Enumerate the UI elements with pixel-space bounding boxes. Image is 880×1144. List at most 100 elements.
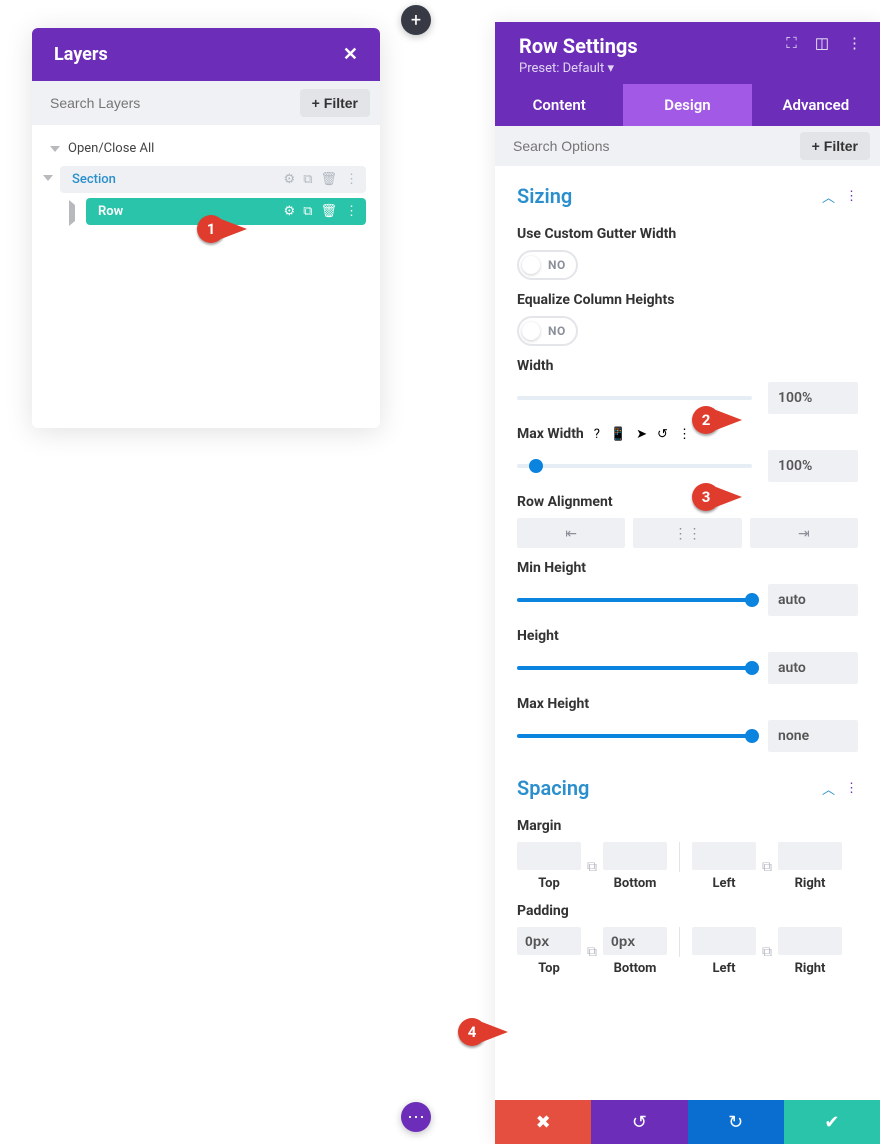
link-icon[interactable]: ⧉ [585,859,599,875]
padding-right-input[interactable] [778,927,842,955]
side-top: Top [538,876,560,891]
align-center-button[interactable]: ⋮⋮ [633,518,741,548]
preset-selector[interactable]: Preset: Default ▾ [519,61,638,76]
margin-left-input[interactable] [692,842,756,870]
add-button[interactable]: + [401,5,431,35]
setting-height: Height auto [495,618,880,686]
min-height-value[interactable]: auto [768,584,858,616]
options-filter-button[interactable]: + Filter [800,132,870,160]
height-value[interactable]: auto [768,652,858,684]
label-max-height: Max Height [517,696,858,712]
options-searchbar: + Filter [495,126,880,166]
max-height-value[interactable]: none [768,720,858,752]
undo-button[interactable]: ↺ [591,1100,687,1144]
width-slider[interactable] [517,396,752,400]
side-bottom: Bottom [614,876,657,891]
padding-left-input[interactable] [692,927,756,955]
tab-design[interactable]: Design [623,84,751,126]
toggle-knob [522,322,540,340]
undo-icon[interactable]: ↺ [657,427,668,442]
toggle-equalize[interactable]: NO [517,316,578,346]
side-left: Left [712,876,735,891]
arrow-tail-icon [482,1022,508,1042]
tab-advanced[interactable]: Advanced [752,84,880,126]
more-vertical-icon[interactable]: ⋮ [845,781,858,796]
layers-searchbar: + Filter [32,81,380,125]
margin-right-input[interactable] [778,842,842,870]
toggle-value: NO [548,324,566,338]
columns-icon[interactable]: ◫ [815,34,829,52]
padding-top-input[interactable] [517,927,581,955]
group-title-sizing: Sizing [517,184,572,208]
more-button[interactable]: ⋯ [401,1102,431,1132]
marker-3: 3 [692,483,742,511]
group-header-sizing[interactable]: Sizing ︿ ⋮ [495,172,880,216]
phone-icon[interactable]: 📱 [610,427,626,442]
link-icon[interactable]: ⧉ [760,859,774,875]
duplicate-icon[interactable]: ⧉ [303,172,312,187]
filter-label: Filter [824,138,858,154]
cursor-icon[interactable]: ➤ [636,427,647,442]
label-width: Width [517,358,858,374]
more-vertical-icon[interactable]: ⋮ [845,189,858,204]
height-slider[interactable] [517,666,752,670]
padding-bottom-input[interactable] [603,927,667,955]
margin-bottom-input[interactable] [603,842,667,870]
setting-min-height: Min Height auto [495,550,880,618]
layers-filter-button[interactable]: + Filter [300,89,370,117]
more-vertical-icon[interactable]: ⋮ [345,172,358,187]
layer-section-label: Section [68,172,284,187]
redo-button[interactable]: ↻ [688,1100,784,1144]
check-icon: ✔ [824,1112,839,1133]
chevron-up-icon[interactable]: ︿ [822,187,835,206]
more-vertical-icon[interactable]: ⋮ [345,204,358,219]
label-row-alignment: Row Alignment [517,494,858,510]
toggle-gutter[interactable]: NO [517,250,578,280]
save-button[interactable]: ✔ [784,1100,880,1144]
layer-section[interactable]: Section ⚙ ⧉ 🗑 ⋮ [60,166,366,193]
close-icon: ✖ [536,1112,551,1133]
max-height-slider[interactable] [517,734,752,738]
trash-icon[interactable]: 🗑 [320,204,337,219]
open-close-all-row[interactable]: Open/Close All [46,135,366,166]
group-title-spacing: Spacing [517,776,589,800]
width-value[interactable]: 100% [768,382,858,414]
label-height: Height [517,628,858,644]
close-icon[interactable]: ✕ [343,44,358,65]
more-vertical-icon[interactable]: ⋮ [847,34,862,52]
margin-top-input[interactable] [517,842,581,870]
group-header-spacing[interactable]: Spacing ︿ ⋮ [495,764,880,808]
gear-icon[interactable]: ⚙ [284,172,296,187]
align-left-button[interactable]: ⇤ [517,518,625,548]
plus-icon: + [812,138,820,154]
setting-width: Width 100% [495,348,880,416]
expand-icon[interactable]: ⛶ [786,34,797,52]
label-equalize: Equalize Column Heights [517,292,858,308]
max-width-value[interactable]: 100% [768,450,858,482]
min-height-slider[interactable] [517,598,752,602]
duplicate-icon[interactable]: ⧉ [303,204,312,219]
label-margin: Margin [517,818,858,834]
link-icon[interactable]: ⧉ [760,944,774,960]
label-min-height: Min Height [517,560,858,576]
chevron-up-icon[interactable]: ︿ [822,779,835,798]
toggle-value: NO [548,258,566,272]
options-search-input[interactable] [505,132,800,160]
row-settings-panel: Row Settings Preset: Default ▾ ⛶ ◫ ⋮ Con… [495,22,880,1144]
max-width-slider[interactable] [517,464,752,468]
setting-max-width: Max Width ? 📱 ➤ ↺ ⋮ 100% [495,416,880,484]
cancel-button[interactable]: ✖ [495,1100,591,1144]
layers-search-input[interactable] [42,89,300,117]
arrow-tail-icon [221,219,247,239]
setting-equalize: Equalize Column Heights NO [495,282,880,348]
marker-1: 1 [197,215,247,243]
plus-icon: + [312,95,320,111]
gear-icon[interactable]: ⚙ [284,204,296,219]
link-icon[interactable]: ⧉ [585,944,599,960]
trash-icon[interactable]: 🗑 [320,172,337,187]
layers-title: Layers [54,44,108,65]
more-vertical-icon[interactable]: ⋮ [678,427,691,442]
align-right-button[interactable]: ⇥ [750,518,858,548]
help-icon[interactable]: ? [594,427,600,442]
tab-content[interactable]: Content [495,84,623,126]
